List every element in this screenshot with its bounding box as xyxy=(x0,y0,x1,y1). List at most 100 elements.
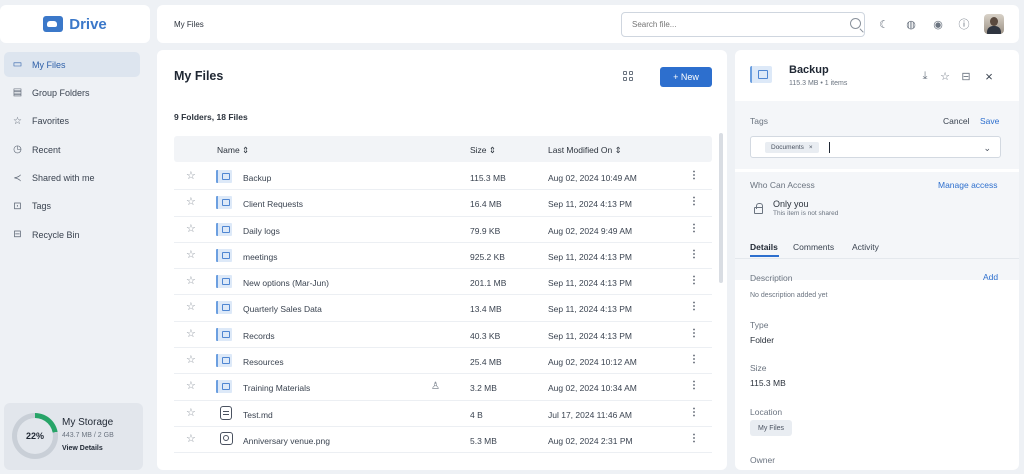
favorite-star-icon[interactable]: ☆ xyxy=(186,276,196,287)
grid-view-icon[interactable] xyxy=(623,71,633,81)
column-size[interactable]: Size ⇕ xyxy=(470,145,496,156)
table-row[interactable]: ☆ meetings 925.2 KB Sep 11, 2024 4:13 PM ⋮ xyxy=(174,243,712,270)
help-icon[interactable]: ⓘ xyxy=(957,17,971,31)
table-row[interactable]: ☆ Client Requests 16.4 MB Sep 11, 2024 4:13… xyxy=(174,190,712,217)
file-name[interactable]: Quarterly Sales Data xyxy=(243,304,322,314)
file-name[interactable]: Daily logs xyxy=(243,226,280,236)
access-owner-text: Only you xyxy=(773,199,809,209)
table-row[interactable]: ☆ Test.md 4 B Jul 17, 2024 11:46 AM ⋮ xyxy=(174,401,712,427)
search-input[interactable] xyxy=(621,12,865,37)
item-count: 9 Folders, 18 Files xyxy=(174,112,248,122)
add-description-button[interactable]: Add xyxy=(983,272,998,282)
more-options-icon[interactable]: ⋮ xyxy=(689,170,699,182)
file-name[interactable]: Client Requests xyxy=(243,199,303,209)
table-row[interactable]: ☆ Resources 25.4 MB Aug 02, 2024 10:12 AM ⋮ xyxy=(174,348,712,375)
tab-details[interactable]: Details xyxy=(750,242,778,252)
sidebar-item-tags[interactable]: ⊡ Tags xyxy=(4,194,140,219)
file-name[interactable]: meetings xyxy=(243,252,278,262)
manage-access-link[interactable]: Manage access xyxy=(938,180,998,190)
account-icon[interactable]: ◉ xyxy=(931,17,945,31)
avatar[interactable] xyxy=(984,14,1004,34)
sidebar-item-favorites[interactable]: ☆ Favorites xyxy=(4,109,140,134)
file-name[interactable]: Backup xyxy=(243,173,271,183)
tag-chip-label: Documents xyxy=(771,144,804,151)
storage-title: My Storage xyxy=(62,417,114,428)
cancel-button[interactable]: Cancel xyxy=(943,116,969,126)
more-options-icon[interactable]: ⋮ xyxy=(689,380,699,392)
trash-icon[interactable]: ⊟ xyxy=(960,70,972,83)
save-button[interactable]: Save xyxy=(980,116,999,126)
more-options-icon[interactable]: ⋮ xyxy=(689,354,699,366)
chevron-down-icon[interactable]: ⌄ xyxy=(983,143,991,154)
location-chip[interactable]: My Files xyxy=(750,420,793,436)
file-name[interactable]: Test.md xyxy=(243,410,273,420)
file-name[interactable]: Training Materials xyxy=(243,383,310,393)
scrollbar[interactable] xyxy=(719,133,723,283)
globe-icon[interactable]: ◍ xyxy=(904,17,918,31)
more-options-icon[interactable]: ⋮ xyxy=(689,301,699,313)
tab-activity[interactable]: Activity xyxy=(852,242,879,252)
tab-comments[interactable]: Comments xyxy=(793,242,834,252)
more-options-icon[interactable]: ⋮ xyxy=(689,433,699,445)
column-name[interactable]: Name ⇕ xyxy=(217,145,249,156)
download-icon[interactable]: ⤓ xyxy=(919,70,931,82)
sidebar-item-my-files[interactable]: ▭ My Files xyxy=(4,52,140,77)
favorite-star-icon[interactable]: ☆ xyxy=(186,328,196,340)
favorite-star-icon[interactable]: ☆ xyxy=(186,249,196,261)
sidebar-item-group-folders[interactable]: ▤ Group Folders xyxy=(4,80,140,105)
file-modified: Aug 02, 2024 9:49 AM xyxy=(548,225,633,236)
more-options-icon[interactable]: ⋮ xyxy=(689,328,699,340)
table-row[interactable]: ☆ New options (Mar-Jun) 201.1 MB Sep 11, 20… xyxy=(174,269,712,296)
table-row[interactable]: ☆ Training Materials ♙ 3.2 MB Aug 02, 2024 1… xyxy=(174,374,712,401)
favorite-star-icon[interactable]: ☆ xyxy=(186,302,196,313)
active-tab-indicator xyxy=(750,255,779,257)
more-options-icon[interactable]: ⋮ xyxy=(689,275,699,287)
storage-used: 443.7 MB / 2 GB xyxy=(62,432,114,439)
table-row[interactable]: ☆ Daily logs 79.9 KB Aug 02, 2024 9:49 AM ⋮ xyxy=(174,217,712,243)
close-icon[interactable]: × xyxy=(983,69,995,84)
folder-icon xyxy=(216,354,232,368)
breadcrumb[interactable]: My Files xyxy=(174,20,204,29)
tags-section xyxy=(735,101,1019,169)
table-row[interactable]: ☆ Anniversary venue.png 5.3 MB Aug 02, 2024… xyxy=(174,427,712,454)
view-details-link[interactable]: View Details xyxy=(62,445,103,452)
more-options-icon[interactable]: ⋮ xyxy=(689,249,699,261)
location-label: Location xyxy=(750,407,783,417)
more-options-icon[interactable]: ⋮ xyxy=(689,407,699,419)
sidebar-item-label: My Files xyxy=(32,59,66,70)
tag-icon: ⊡ xyxy=(13,200,22,212)
file-name[interactable]: Resources xyxy=(243,357,284,367)
table-row[interactable]: ☆ Quarterly Sales Data 13.4 MB Sep 11, 2024… xyxy=(174,295,712,322)
favorite-star-icon[interactable]: ☆ xyxy=(186,171,196,182)
sidebar-nav: ▭ My Files ▤ Group Folders ☆ Favorites ◷… xyxy=(4,52,140,251)
table-row[interactable]: ☆ Records 40.3 KB Sep 11, 2024 4:13 PM ⋮ xyxy=(174,322,712,349)
access-status: This item is not shared xyxy=(773,210,839,217)
file-list-panel: My Files + New 9 Folders, 18 Files Name … xyxy=(157,50,727,470)
dark-mode-icon[interactable]: ☾ xyxy=(877,17,891,31)
type-label: Type xyxy=(750,320,769,330)
star-icon[interactable]: ☆ xyxy=(939,70,951,83)
column-modified[interactable]: Last Modified On ⇕ xyxy=(548,145,622,156)
app-logo[interactable]: Drive xyxy=(0,5,150,43)
folder-icon xyxy=(216,301,232,315)
more-options-icon[interactable]: ⋮ xyxy=(689,196,699,208)
favorite-star-icon[interactable]: ☆ xyxy=(186,197,196,208)
tags-input[interactable]: Documents × ⌄ xyxy=(750,136,1001,158)
favorite-star-icon[interactable]: ☆ xyxy=(186,355,196,366)
sidebar-item-recent[interactable]: ◷ Recent xyxy=(4,137,140,162)
file-name[interactable]: New options (Mar-Jun) xyxy=(243,278,329,288)
favorite-star-icon[interactable]: ☆ xyxy=(186,381,196,392)
remove-tag-icon[interactable]: × xyxy=(809,144,813,151)
table-row[interactable]: ☆ Backup 115.3 MB Aug 02, 2024 10:49 AM ⋮ xyxy=(174,164,712,191)
search-icon[interactable] xyxy=(850,18,861,29)
details-meta: 115.3 MB • 1 items xyxy=(789,80,848,87)
favorite-star-icon[interactable]: ☆ xyxy=(186,407,196,419)
sidebar-item-shared-with-me[interactable]: ≺ Shared with me xyxy=(4,166,140,191)
file-name[interactable]: Records xyxy=(243,331,275,341)
new-button[interactable]: + New xyxy=(660,67,712,87)
favorite-star-icon[interactable]: ☆ xyxy=(186,223,196,235)
sidebar-item-recycle-bin[interactable]: ⊟ Recycle Bin xyxy=(4,222,140,247)
file-name[interactable]: Anniversary venue.png xyxy=(243,436,330,446)
favorite-star-icon[interactable]: ☆ xyxy=(186,433,196,445)
more-options-icon[interactable]: ⋮ xyxy=(689,223,699,235)
